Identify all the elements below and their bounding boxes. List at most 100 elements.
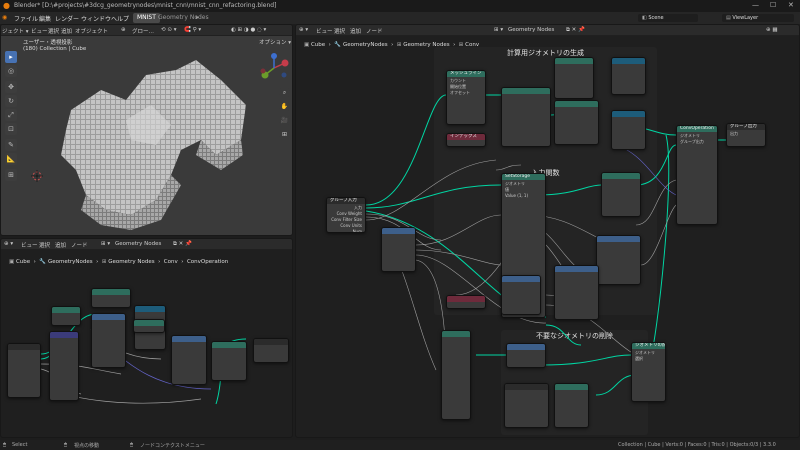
measure-tool-icon[interactable]: 📐 [5, 153, 17, 165]
voxel-mesh [61, 60, 246, 230]
move-tool-icon[interactable]: ✥ [5, 81, 17, 93]
sub-node-editor-header: ⊕ ▾ ビュー 選択 追加 ノード ⊞ ▾ Geometry Nodes ⧉ ✕… [1, 239, 292, 250]
math-node-2[interactable] [554, 265, 599, 320]
input-value-node[interactable] [446, 295, 486, 309]
maximize-icon[interactable]: ☐ [770, 1, 776, 9]
status-stats: Collection | Cube | Verts:0 | Faces:0 | … [618, 442, 776, 448]
orientation-dropdown[interactable]: グロー… [132, 27, 154, 35]
sub-node-c[interactable] [91, 288, 131, 308]
separate-node[interactable] [381, 227, 416, 272]
sub-node-links [40, 313, 247, 405]
title-bar: ● Blender* [D:\#projects\#3dcg_geometryn… [0, 0, 800, 12]
viewport-menu-object-mode[interactable]: ジェクト ▾ [2, 27, 29, 35]
rotate-tool-icon[interactable]: ↻ [5, 95, 17, 107]
viewport-shading-icons[interactable]: ◐ ⊞ ◑ ● ◌ ▾ [231, 27, 266, 33]
viewport-menu-object[interactable]: オブジェクト [75, 27, 108, 35]
tab-geometry-nodes[interactable]: Geometry Nodes [154, 13, 213, 23]
convert-range-node[interactable] [601, 172, 641, 217]
sub-menu-view[interactable]: ビュー [21, 241, 38, 249]
status-pan: 視点の移動 [74, 443, 100, 449]
transform-orientation-icon[interactable]: ⊕ [121, 27, 126, 33]
sub-node-editor[interactable]: ⊕ ▾ ビュー 選択 追加 ノード ⊞ ▾ Geometry Nodes ⧉ ✕… [0, 238, 293, 438]
cursor-tool-icon[interactable]: ◎ [5, 65, 17, 77]
status-bar: 🖱 Select 🖱 視点の移動 🖱 ノードコンテクストメニュー Collect… [0, 440, 800, 450]
node-group-icon: ⊞ [101, 259, 107, 265]
sub-menu-node[interactable]: ノード [71, 241, 88, 249]
group-input-node[interactable]: グループ入力 入力 Conv Weight Conv Filter Size C… [326, 197, 366, 233]
delete-geometry-node[interactable]: ジオメトリの削除 ジオメトリ 選択 [631, 342, 666, 402]
sub-menu-select[interactable]: 選択 [39, 241, 50, 249]
sub-group-input-2[interactable] [504, 383, 549, 428]
navigation-gizmo[interactable] [259, 53, 289, 83]
snap-icon[interactable]: 🧲 ⚲ ▾ [184, 27, 201, 33]
sub-node-a[interactable] [51, 306, 81, 326]
transform-node[interactable] [554, 57, 594, 99]
realize-node-1[interactable] [501, 87, 551, 147]
mouse-left-icon: 🖱 [3, 442, 7, 448]
conv-operation-node[interactable]: ConvOperation ジオメトリ グループ出力 [676, 125, 718, 225]
blender-logo-icon: ● [3, 1, 10, 10]
mouse-right-icon: 🖱 [130, 442, 134, 448]
attr-node-2[interactable] [611, 110, 646, 150]
tree-user-icons[interactable]: ⧉ ✕ 📌 [173, 241, 192, 248]
sub-node-h[interactable] [211, 341, 247, 381]
close-icon[interactable]: ✕ [788, 1, 794, 9]
main-node-editor[interactable]: ⊕ ▾ ビュー 選択 追加 ノード ⊞ ▾ Geometry Nodes ⧉ ✕… [295, 24, 800, 438]
camera-view-icon[interactable]: 🎥 [279, 115, 290, 126]
group-output-node[interactable]: グループ出力 出力 [726, 123, 766, 147]
pivot-icon[interactable]: ⟲ ⊙ ▾ [161, 27, 176, 33]
index-node[interactable]: インデックス [446, 133, 486, 147]
3d-cursor-icon[interactable] [31, 170, 43, 182]
realize-node-2[interactable] [554, 100, 599, 145]
math-node-1[interactable] [596, 235, 641, 285]
attr-node-1[interactable] [611, 57, 646, 95]
sub-node-f[interactable] [133, 319, 165, 333]
viewport-options[interactable]: オプション ▾ [259, 38, 291, 46]
math-node-3[interactable] [501, 275, 541, 315]
node-tree-icon[interactable]: ⊞ ▾ [101, 241, 110, 247]
realize-node-3[interactable] [441, 330, 471, 420]
sub-node-g[interactable] [171, 335, 207, 385]
viewport-header: ジェクト ▾ ビュー 選択 追加 オブジェクト ⊕ グロー… ⟲ ⊙ ▾ 🧲 ⚲… [1, 25, 292, 36]
add-cube-tool-icon[interactable]: ⊞ [5, 169, 17, 181]
zoom-icon[interactable]: ⌕ [279, 87, 290, 98]
blender-menu-icon[interactable]: ◉ [2, 14, 7, 21]
sub-breadcrumb: ▣ Cube › 🔧 GeometryNodes › ⊞ Geometry No… [9, 259, 229, 265]
viewport-menu-select[interactable]: 選択 [48, 27, 59, 35]
scale-tool-icon[interactable]: ⤢ [5, 109, 17, 121]
conv-weight-node[interactable] [554, 383, 589, 428]
menu-render[interactable]: レンダー [55, 14, 79, 23]
mesh-icon: ▣ [9, 259, 15, 265]
sub-node-d[interactable] [91, 313, 126, 368]
minimize-icon[interactable]: — [752, 1, 759, 9]
compare-node[interactable] [506, 343, 546, 368]
viewport-3d[interactable]: ジェクト ▾ ビュー 選択 追加 オブジェクト ⊕ グロー… ⟲ ⊙ ▾ 🧲 ⚲… [0, 24, 293, 236]
sub-group-input-node[interactable] [7, 343, 41, 398]
sub-node-b[interactable] [49, 331, 79, 401]
workspace-scroll-icon[interactable]: ▸ [196, 14, 199, 21]
sub-menu-add[interactable]: 追加 [55, 241, 66, 249]
annotate-tool-icon[interactable]: ✎ [5, 139, 17, 151]
editor-type-icon[interactable]: ⊕ ▾ [4, 241, 13, 247]
mesh-line-node[interactable]: メッシュライン カウント 開始位置 オフセット [446, 70, 486, 125]
sub-group-output-node[interactable] [253, 338, 289, 363]
menu-edit[interactable]: 編集 [39, 14, 51, 23]
ortho-toggle-icon[interactable]: ⊞ [279, 129, 290, 140]
transform-tool-icon[interactable]: ⊡ [5, 123, 17, 135]
viewport-menu-view[interactable]: ビュー [31, 27, 48, 35]
mouse-middle-icon: 🖱 [64, 442, 68, 448]
menu-file[interactable]: ファイル [14, 14, 38, 23]
view-layer-selector[interactable]: ▤ ViewLayer [722, 14, 794, 22]
status-select: Select [12, 442, 28, 448]
top-menu-bar: ◉ ファイル 編集 レンダー ウィンドウ ヘルプ MNIST Geometry … [0, 12, 800, 24]
scene-selector[interactable]: ◧ Scene [638, 14, 698, 22]
sub-tree-name[interactable]: Geometry Nodes [115, 241, 161, 247]
viewport-menu-add[interactable]: 追加 [61, 27, 72, 35]
status-context-menu: ノードコンテクストメニュー [140, 443, 205, 449]
pan-icon[interactable]: ✋ [279, 101, 290, 112]
menu-help[interactable]: ヘルプ [111, 14, 129, 23]
window-title: Blender* [D:\#projects\#3dcg_geometrynod… [14, 2, 277, 9]
select-tool-icon[interactable]: ▸ [5, 51, 17, 63]
menu-window[interactable]: ウィンドウ [81, 14, 111, 23]
modifier-icon: 🔧 [39, 259, 47, 265]
